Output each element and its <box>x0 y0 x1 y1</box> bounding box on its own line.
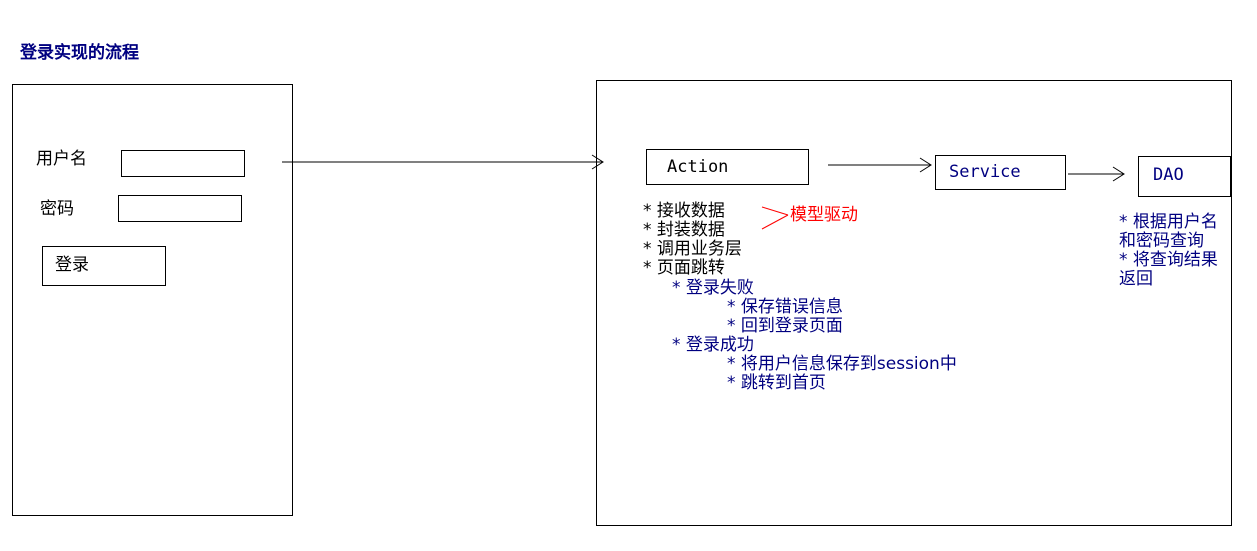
list-item: * 根据用户名 <box>1119 212 1218 232</box>
login-success-label: * 登录成功 <box>672 335 754 355</box>
form-to-server-arrow <box>282 154 604 170</box>
login-button[interactable]: 登录 <box>42 246 166 286</box>
list-item: * 将用户信息保存到session中 <box>727 354 957 374</box>
dao-notes: * 根据用户名 和密码查询 * 将查询结果 返回 <box>1119 213 1218 289</box>
list-item: * 页面跳转 <box>643 258 725 278</box>
action-node: Action <box>646 149 809 185</box>
server-side-box <box>596 80 1232 526</box>
username-label: 用户名 <box>36 149 87 169</box>
dao-label: DAO <box>1153 165 1184 185</box>
list-item: * 保存错误信息 <box>727 297 843 317</box>
service-node: Service <box>935 155 1066 190</box>
password-label: 密码 <box>40 199 74 219</box>
action-responsibilities: * 接收数据 * 封装数据 * 调用业务层 * 页面跳转 <box>643 202 742 278</box>
service-label: Service <box>949 162 1021 182</box>
dao-node: DAO <box>1138 156 1231 197</box>
diagram-title: 登录实现的流程 <box>20 43 139 63</box>
login-fail-label: * 登录失败 <box>672 278 754 298</box>
login-fail-branch: * 登录失败 <box>672 279 754 298</box>
list-item: * 调用业务层 <box>643 239 742 259</box>
login-fail-steps: * 保存错误信息 * 回到登录页面 <box>727 298 843 336</box>
login-success-branch: * 登录成功 <box>672 336 754 355</box>
list-item: 和密码查询 <box>1119 231 1204 251</box>
list-item: * 跳转到首页 <box>727 373 826 393</box>
list-item: * 封装数据 <box>643 220 725 240</box>
list-item: 返回 <box>1119 269 1153 289</box>
list-item: * 接收数据 <box>643 201 725 221</box>
model-driven-annotation: 模型驱动 <box>790 205 858 225</box>
list-item: * 回到登录页面 <box>727 316 843 336</box>
list-item: * 将查询结果 <box>1119 250 1218 270</box>
username-input[interactable] <box>121 150 245 177</box>
action-label: Action <box>667 157 729 177</box>
password-input[interactable] <box>118 195 242 222</box>
login-success-steps: * 将用户信息保存到session中 * 跳转到首页 <box>727 355 957 393</box>
